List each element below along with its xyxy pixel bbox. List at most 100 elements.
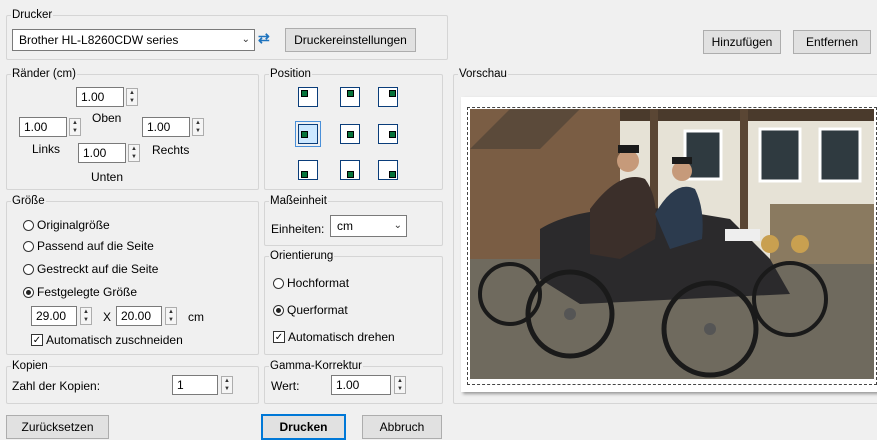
position-middle-center[interactable] xyxy=(340,124,360,144)
position-middle-left[interactable] xyxy=(295,121,321,147)
printer-select-value: Brother HL-L8260CDW series xyxy=(19,33,179,47)
margin-top-arrows[interactable]: ▲ ▼ xyxy=(126,88,138,106)
size-height-field[interactable]: 20.00 xyxy=(116,306,162,326)
margin-top-field[interactable]: 1.00 xyxy=(76,87,124,107)
orientation-legend: Orientierung xyxy=(269,249,335,263)
swap-printer-icon[interactable]: ⇄ xyxy=(258,30,270,47)
copies-arrows[interactable]: ▲ ▼ xyxy=(221,376,233,394)
margin-right-spinner[interactable]: 1.00 ▲ ▼ xyxy=(142,117,207,137)
margin-bottom-spinner[interactable]: 1.00 ▲ ▼ xyxy=(78,143,143,163)
size-fixed-radio[interactable]: Festgelegte Größe xyxy=(23,285,137,299)
size-fit-label: Passend auf die Seite xyxy=(37,239,154,253)
gamma-spinner[interactable]: 1.00 ▲ ▼ xyxy=(331,375,409,395)
spin-up-icon[interactable]: ▲ xyxy=(166,308,176,316)
auto-crop-label: Automatisch zuschneiden xyxy=(46,333,183,347)
margin-right-label: Rechts xyxy=(152,143,190,157)
spin-down-icon[interactable]: ▼ xyxy=(395,385,405,393)
remove-button[interactable]: Entfernen xyxy=(793,30,871,54)
position-top-left[interactable] xyxy=(298,87,318,107)
position-bottom-left[interactable] xyxy=(298,160,318,180)
radio-dot[interactable] xyxy=(23,263,34,275)
spin-up-icon[interactable]: ▲ xyxy=(81,308,91,316)
spin-down-icon[interactable]: ▼ xyxy=(70,127,80,135)
copies-label: Zahl der Kopien: xyxy=(12,379,101,393)
position-top-right[interactable] xyxy=(378,87,398,107)
printer-select[interactable]: Brother HL-L8260CDW series ⌄ xyxy=(12,29,255,51)
position-top-center[interactable] xyxy=(340,87,360,107)
margin-right-arrows[interactable]: ▲ ▼ xyxy=(192,118,204,136)
margin-left-arrows[interactable]: ▲ ▼ xyxy=(69,118,81,136)
gamma-field[interactable]: 1.00 xyxy=(331,375,391,395)
spin-up-icon[interactable]: ▲ xyxy=(70,119,80,127)
checkmark-icon[interactable]: ✓ xyxy=(31,334,43,346)
auto-rotate-checkbox[interactable]: ✓ Automatisch drehen xyxy=(273,330,395,344)
size-stretch-radio[interactable]: Gestreckt auf die Seite xyxy=(23,262,158,276)
spin-down-icon[interactable]: ▼ xyxy=(222,385,232,393)
spin-down-icon[interactable]: ▼ xyxy=(166,316,176,324)
size-height-spinner[interactable]: 20.00 ▲ ▼ xyxy=(116,306,180,326)
spin-up-icon[interactable]: ▲ xyxy=(193,119,203,127)
preview-legend: Vorschau xyxy=(458,67,508,81)
position-bottom-center[interactable] xyxy=(340,160,360,180)
spin-up-icon[interactable]: ▲ xyxy=(395,377,405,385)
gamma-arrows[interactable]: ▲ ▼ xyxy=(394,376,406,394)
spin-up-icon[interactable]: ▲ xyxy=(127,89,137,97)
unit-select[interactable]: cm ⌄ xyxy=(330,215,407,237)
preview-photo xyxy=(470,109,874,379)
size-width-arrows[interactable]: ▲ ▼ xyxy=(80,307,92,325)
copies-spinner[interactable]: 1 ▲ ▼ xyxy=(172,375,236,395)
position-legend: Position xyxy=(269,67,312,81)
auto-crop-checkbox[interactable]: ✓ Automatisch zuschneiden xyxy=(31,333,183,347)
margin-right-field[interactable]: 1.00 xyxy=(142,117,190,137)
checkmark-icon[interactable]: ✓ xyxy=(273,331,285,343)
radio-dot[interactable] xyxy=(23,240,34,252)
size-fixed-label: Festgelegte Größe xyxy=(37,285,138,299)
cancel-button[interactable]: Abbruch xyxy=(362,415,442,439)
printer-legend: Drucker xyxy=(11,8,54,22)
position-bottom-right[interactable] xyxy=(378,160,398,180)
size-stretch-label: Gestreckt auf die Seite xyxy=(37,262,159,276)
margin-left-label: Links xyxy=(32,142,61,156)
vintage-car-photo xyxy=(470,109,874,379)
copies-legend: Kopien xyxy=(11,359,49,373)
unit-select-value: cm xyxy=(337,219,353,233)
print-button[interactable]: Drucken xyxy=(261,414,346,440)
size-original-radio[interactable]: Originalgröße xyxy=(23,218,110,232)
size-width-field[interactable]: 29.00 xyxy=(31,306,77,326)
margin-left-field[interactable]: 1.00 xyxy=(19,117,67,137)
margins-legend: Ränder (cm) xyxy=(11,67,77,81)
printer-settings-button[interactable]: Druckereinstellungen xyxy=(285,28,416,52)
spin-down-icon[interactable]: ▼ xyxy=(81,316,91,324)
position-middle-right[interactable] xyxy=(378,124,398,144)
size-height-arrows[interactable]: ▲ ▼ xyxy=(165,307,177,325)
margin-top-label: Oben xyxy=(92,111,122,125)
margin-bottom-field[interactable]: 1.00 xyxy=(78,143,126,163)
gamma-legend: Gamma-Korrektur xyxy=(269,359,364,373)
spin-down-icon[interactable]: ▼ xyxy=(193,127,203,135)
unit-label: Einheiten: xyxy=(271,222,325,236)
radio-dot[interactable] xyxy=(273,277,284,289)
margin-bottom-arrows[interactable]: ▲ ▼ xyxy=(128,144,140,162)
add-button[interactable]: Hinzufügen xyxy=(703,30,781,54)
reset-button[interactable]: Zurücksetzen xyxy=(6,415,109,439)
orientation-landscape-radio[interactable]: Querformat xyxy=(273,303,348,317)
spin-down-icon[interactable]: ▼ xyxy=(129,153,139,161)
size-unit-label: cm xyxy=(188,310,204,324)
size-times-label: X xyxy=(103,310,112,324)
radio-dot[interactable] xyxy=(273,304,284,316)
radio-dot[interactable] xyxy=(23,286,34,298)
spin-down-icon[interactable]: ▼ xyxy=(127,97,137,105)
copies-field[interactable]: 1 xyxy=(172,375,218,395)
size-legend: Größe xyxy=(11,194,46,208)
spin-up-icon[interactable]: ▲ xyxy=(129,145,139,153)
size-width-spinner[interactable]: 29.00 ▲ ▼ xyxy=(31,306,95,326)
orientation-portrait-radio[interactable]: Hochformat xyxy=(273,276,349,290)
margin-left-spinner[interactable]: 1.00 ▲ ▼ xyxy=(19,117,84,137)
auto-rotate-label: Automatisch drehen xyxy=(288,330,395,344)
gamma-label: Wert: xyxy=(271,379,300,393)
radio-dot[interactable] xyxy=(23,219,34,231)
size-fit-radio[interactable]: Passend auf die Seite xyxy=(23,239,154,253)
chevron-down-icon: ⌄ xyxy=(241,34,250,45)
spin-up-icon[interactable]: ▲ xyxy=(222,377,232,385)
margin-top-spinner[interactable]: 1.00 ▲ ▼ xyxy=(76,87,141,107)
